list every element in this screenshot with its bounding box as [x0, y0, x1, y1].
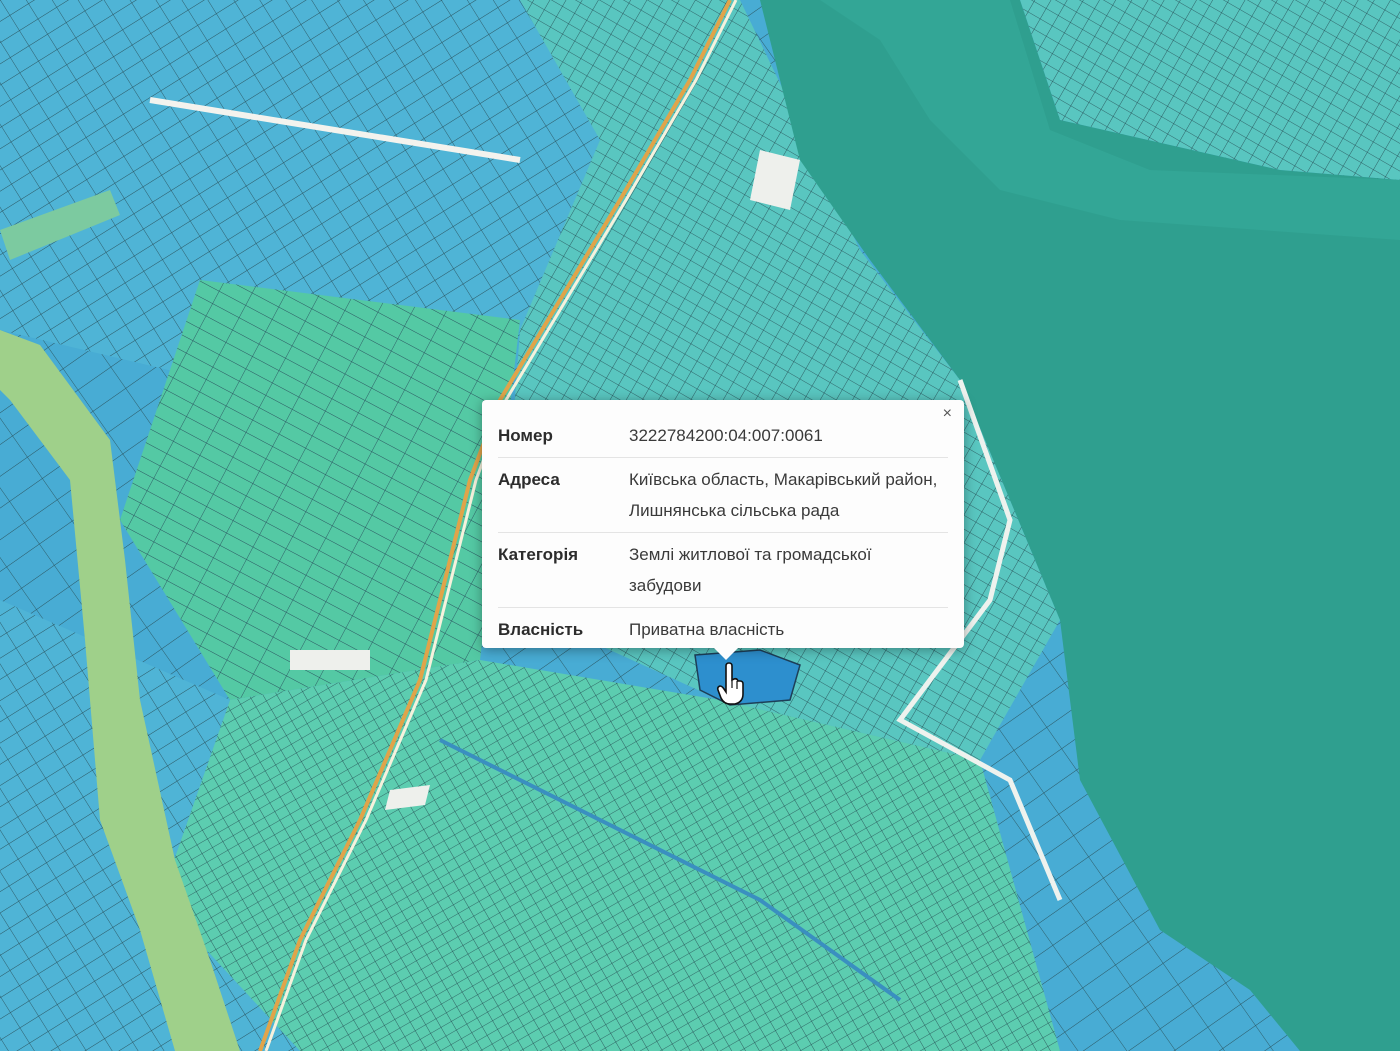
ownership-label: Власність: [498, 620, 584, 639]
address-value: Київська область, Макарівський район, Ли…: [629, 470, 938, 520]
hand-pointer-icon: [716, 662, 746, 706]
parcel-info-table: Номер 3222784200:04:007:0061 Адреса Київ…: [498, 414, 948, 651]
table-row: Номер 3222784200:04:007:0061: [498, 414, 948, 458]
parcel-info-popup: × Номер 3222784200:04:007:0061 Адреса Ки…: [482, 400, 964, 660]
table-row: Категорія Землі житлової та громадської …: [498, 533, 948, 608]
table-row: Адреса Київська область, Макарівський ра…: [498, 458, 948, 533]
category-value: Землі житлової та громадської забудови: [629, 545, 872, 595]
parcel-number-value: 3222784200:04:007:0061: [629, 426, 823, 445]
popup-pointer: [714, 648, 738, 660]
parcel-number-label: Номер: [498, 426, 553, 445]
address-label: Адреса: [498, 470, 560, 489]
table-row: Власність Приватна власність: [498, 608, 948, 652]
empty-plot: [290, 650, 370, 670]
close-icon[interactable]: ×: [943, 406, 952, 422]
ownership-value: Приватна власність: [629, 620, 785, 639]
category-label: Категорія: [498, 545, 579, 564]
